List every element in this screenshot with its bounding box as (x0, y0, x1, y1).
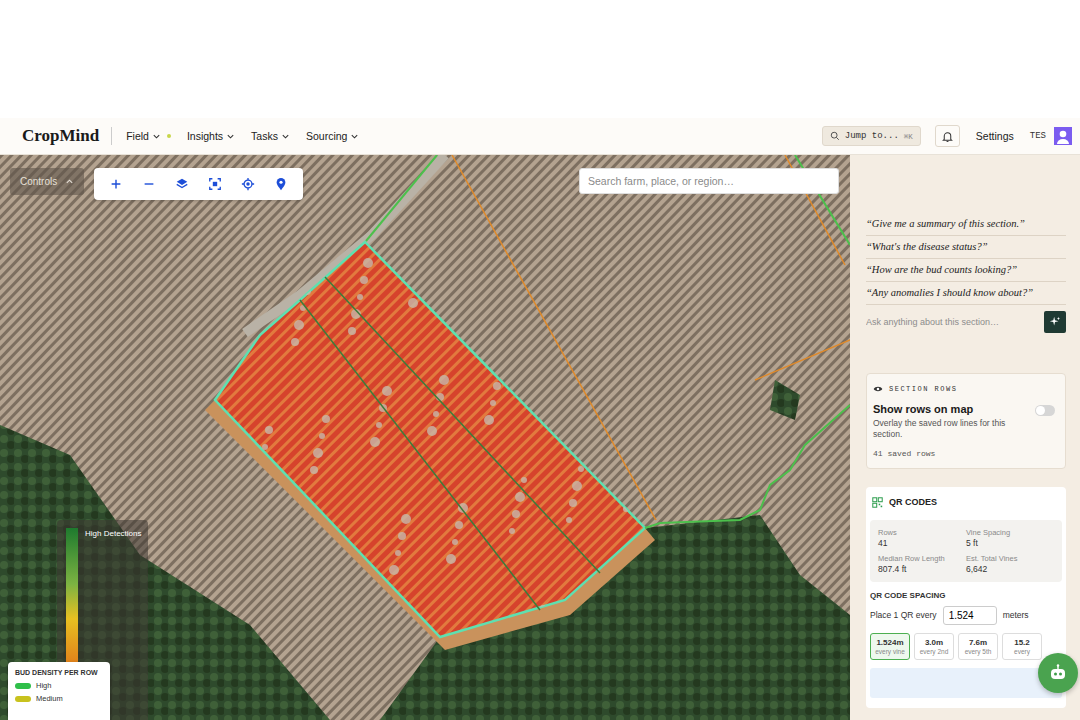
map[interactable]: Controls High Detections BUD DENSITY PER… (0, 155, 850, 720)
assistant-suggestions: “Give me a summary of this section.”“Wha… (866, 213, 1066, 333)
map-search-input[interactable] (579, 168, 839, 194)
fit-frame-icon (208, 177, 222, 191)
legend-item: High (15, 681, 103, 690)
suggestion-item[interactable]: “What's the disease status?” (866, 236, 1066, 259)
sparkle-icon (1049, 316, 1061, 328)
qr-codes-card: QR CODES Rows 41Vine Spacing 5 ftMedian … (866, 487, 1066, 708)
qr-spacing-input[interactable] (943, 606, 997, 625)
robot-icon (1048, 663, 1068, 683)
pin-button[interactable] (267, 174, 295, 194)
avatar[interactable] (1054, 127, 1072, 145)
assistant-bot-button[interactable] (1038, 653, 1078, 693)
jump-to-search[interactable]: Jump to... ⌘K (822, 126, 921, 146)
side-panel: “Give me a summary of this section.”“Wha… (850, 155, 1080, 720)
spacing-presets: 1.524m every vine3.0m every 2nd7.6m ever… (870, 633, 1062, 660)
menu-item[interactable]: Sourcing (306, 130, 359, 142)
qr-stats: Rows 41Vine Spacing 5 ftMedian Row Lengt… (870, 520, 1062, 582)
ask-row (866, 311, 1066, 333)
stat-item: Est. Total Vines 6,642 (966, 554, 1054, 574)
chevron-down-icon (350, 132, 359, 141)
search-icon (830, 131, 840, 141)
locate-button[interactable] (234, 174, 262, 194)
map-toolbar (94, 168, 303, 200)
qr-spacing-row: Place 1 QR every meters (870, 606, 1062, 625)
ask-submit-button[interactable] (1044, 311, 1066, 333)
chevron-down-icon (152, 132, 161, 141)
bell-icon (941, 130, 954, 143)
spacing-preset[interactable]: 7.6m every 5th (958, 633, 998, 660)
info-box (870, 668, 1062, 698)
plus-icon (109, 177, 123, 191)
zoom-out-button[interactable] (135, 174, 163, 194)
layers-button[interactable] (168, 174, 196, 194)
legend-swatch (15, 683, 31, 689)
user-initials: TES (1030, 131, 1046, 141)
nav-separator (111, 127, 112, 145)
eye-icon (873, 384, 883, 394)
top-space (0, 0, 1080, 118)
spacing-preset[interactable]: 15.2 every (1002, 633, 1042, 660)
stat-item: Rows 41 (878, 528, 966, 548)
main-menu: Field Insights Tasks Sourcing (126, 130, 359, 142)
section-rows-card: SECTION ROWS Show rows on map Overlay th… (866, 373, 1066, 469)
legend-item: Medium (15, 694, 103, 703)
menu-badge-dot (167, 134, 171, 138)
fit-bounds-button[interactable] (201, 174, 229, 194)
chevron-up-icon (65, 177, 74, 186)
suggestion-item[interactable]: “Give me a summary of this section.” (866, 213, 1066, 236)
spacing-preset[interactable]: 1.524m every vine (870, 633, 910, 660)
legend-swatch (15, 696, 31, 702)
logo[interactable]: CropMind (22, 126, 99, 146)
show-rows-toggle[interactable] (1035, 405, 1055, 416)
suggestion-item[interactable]: “Any anomalies I should know about?” (866, 282, 1066, 305)
notifications-button[interactable] (935, 125, 960, 147)
spacing-preset[interactable]: 3.0m every 2nd (914, 633, 954, 660)
chevron-down-icon (226, 132, 235, 141)
minus-icon (142, 177, 156, 191)
workspace: Controls High Detections BUD DENSITY PER… (0, 155, 1080, 720)
settings-link[interactable]: Settings (976, 130, 1014, 142)
heat-gradient-bar (66, 528, 78, 668)
suggestion-item[interactable]: “How are the bud counts looking?” (866, 259, 1066, 282)
stat-item: Median Row Length 807.4 ft (878, 554, 966, 574)
zoom-in-button[interactable] (102, 174, 130, 194)
map-pin-icon (274, 177, 288, 191)
menu-item[interactable]: Field (126, 130, 171, 142)
controls-toggle[interactable]: Controls (10, 168, 84, 195)
stat-item: Vine Spacing 5 ft (966, 528, 1054, 548)
person-icon (1054, 127, 1072, 145)
chevron-down-icon (281, 132, 290, 141)
top-nav: CropMind Field Insights Tasks Sourcing J… (0, 118, 1080, 155)
menu-item[interactable]: Tasks (251, 130, 290, 142)
menu-item[interactable]: Insights (187, 130, 235, 142)
bud-density-legend: BUD DENSITY PER ROW High Medium (8, 662, 110, 720)
ask-input[interactable] (866, 313, 1038, 331)
qr-code-icon (872, 497, 883, 508)
layers-icon (175, 177, 189, 191)
crosshair-icon (241, 177, 255, 191)
